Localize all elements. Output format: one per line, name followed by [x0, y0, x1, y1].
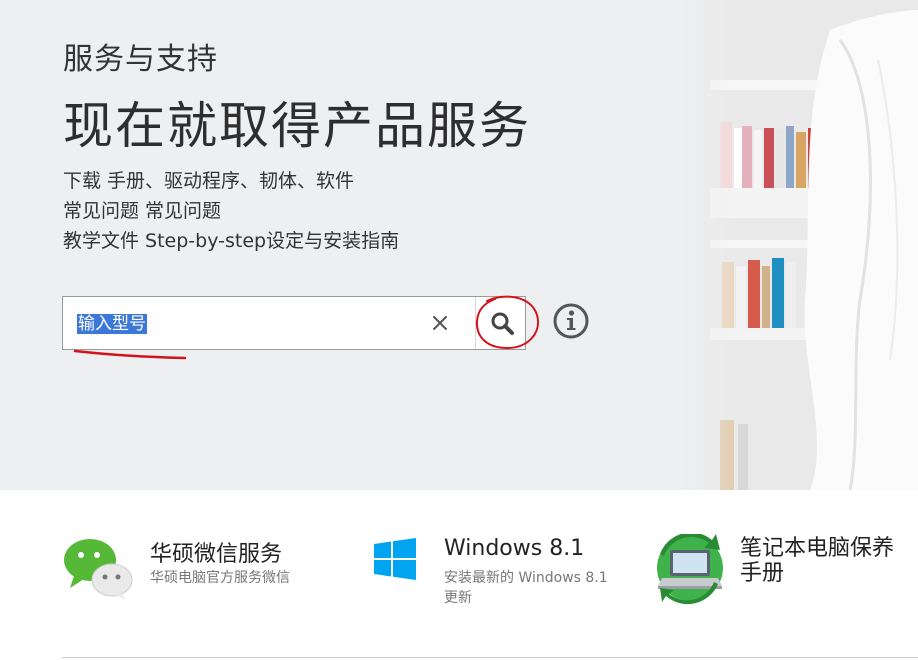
laptop-care-title: 笔记本电脑保养手册	[740, 536, 895, 586]
hero-photo	[680, 0, 918, 490]
wechat-service-title: 华硕微信服务	[150, 542, 283, 567]
search-divider	[475, 297, 476, 349]
faq-link[interactable]: 常见问题 常见问题	[63, 196, 399, 226]
clear-icon[interactable]	[425, 308, 455, 338]
windows-service-title: Windows 8.1	[444, 536, 585, 561]
wechat-service-desc: 华硕电脑官方服务微信	[150, 570, 290, 586]
windows-service-desc: 安装最新的 Windows 8.1 更新	[444, 570, 608, 606]
wechat-service[interactable]: 华硕微信服务 华硕电脑官方服务微信	[62, 530, 342, 610]
windows-service[interactable]: Windows 8.1 安装最新的 Windows 8.1 更新	[372, 530, 632, 620]
support-links: 下载 手册、驱动程序、韧体、软件 常见问题 常见问题 教学文件 Step-by-…	[63, 166, 399, 256]
tutorial-link[interactable]: 教学文件 Step-by-step设定与安装指南	[63, 226, 399, 256]
downloads-link[interactable]: 下载 手册、驱动程序、韧体、软件	[63, 166, 399, 196]
section-divider	[62, 657, 918, 658]
section-eyebrow: 服务与支持	[63, 42, 218, 77]
windows-logo-icon	[374, 538, 416, 580]
page-headline: 现在就取得产品服务	[63, 97, 531, 155]
info-icon[interactable]	[552, 302, 590, 340]
model-search-input[interactable]: 输入型号	[77, 314, 147, 334]
search-icon[interactable]	[483, 304, 523, 344]
wechat-icon	[64, 539, 133, 600]
hero-banner: 服务与支持 现在就取得产品服务 下载 手册、驱动程序、韧体、软件 常见问题 常见…	[0, 0, 918, 490]
laptop-care-icon	[657, 534, 723, 605]
model-search-box: 输入型号	[62, 296, 526, 350]
laptop-care-service[interactable]: 笔记本电脑保养手册	[650, 530, 918, 610]
